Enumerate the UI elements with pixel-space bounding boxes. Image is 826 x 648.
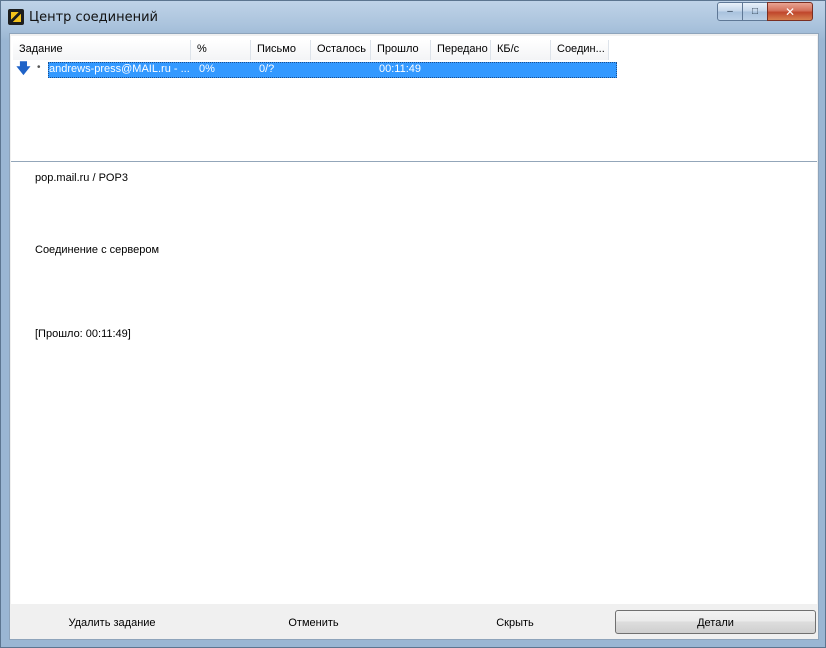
title-bar[interactable]: Центр соединений – □ ✕ bbox=[1, 1, 825, 33]
button-bar: Удалить задание Отменить Скрыть Детали bbox=[10, 606, 818, 638]
download-arrow-icon: 🡇 bbox=[16, 60, 31, 76]
column-header-elapsed[interactable]: Прошло bbox=[371, 40, 431, 60]
connection-center-window: Центр соединений – □ ✕ Задание % Письмо … bbox=[0, 0, 826, 648]
table-row[interactable]: 🡇 • andrews-press@MAIL.ru - ... 0% 0/? 0… bbox=[13, 60, 618, 78]
window-title: Центр соединений bbox=[29, 10, 158, 25]
status-label: Соединение с сервером bbox=[35, 244, 160, 256]
column-header-speed[interactable]: КБ/с bbox=[491, 40, 551, 60]
column-header-percent[interactable]: % bbox=[191, 40, 251, 60]
server-label: pop.mail.ru / POP3 bbox=[35, 172, 128, 184]
cell-elapsed: 00:11:49 bbox=[379, 63, 422, 75]
cell-percent: 0% bbox=[199, 63, 215, 75]
cell-task: andrews-press@MAIL.ru - ... bbox=[49, 63, 190, 75]
cancel-button[interactable]: Отменить bbox=[212, 610, 415, 634]
cell-letter: 0/? bbox=[259, 63, 275, 75]
close-icon: ✕ bbox=[784, 4, 796, 19]
column-header-task[interactable]: Задание bbox=[13, 40, 191, 60]
row-bullet: • bbox=[37, 62, 41, 73]
list-header: Задание % Письмо Осталось Прошло Передан… bbox=[13, 40, 609, 60]
minimize-button[interactable]: – bbox=[717, 2, 743, 21]
maximize-icon: □ bbox=[751, 6, 759, 17]
column-header-remaining[interactable]: Осталось bbox=[311, 40, 371, 60]
client-area: Задание % Письмо Осталось Прошло Передан… bbox=[9, 33, 819, 640]
elapsed-label: [Прошло: 00:11:49] bbox=[35, 328, 131, 340]
close-button[interactable]: ✕ bbox=[767, 2, 813, 21]
task-list[interactable]: Задание % Письмо Осталось Прошло Передан… bbox=[11, 36, 817, 162]
maximize-button[interactable]: □ bbox=[742, 2, 768, 21]
minimize-icon: – bbox=[727, 6, 733, 17]
column-header-connection[interactable]: Соедин... bbox=[551, 40, 609, 60]
column-header-letter[interactable]: Письмо bbox=[251, 40, 311, 60]
delete-task-button[interactable]: Удалить задание bbox=[12, 610, 212, 634]
details-button[interactable]: Детали bbox=[615, 610, 816, 634]
column-header-transferred[interactable]: Передано bbox=[431, 40, 491, 60]
hide-button[interactable]: Скрыть bbox=[415, 610, 615, 634]
details-panel: pop.mail.ru / POP3 Соединение с сервером… bbox=[11, 162, 817, 604]
app-icon bbox=[8, 9, 24, 25]
